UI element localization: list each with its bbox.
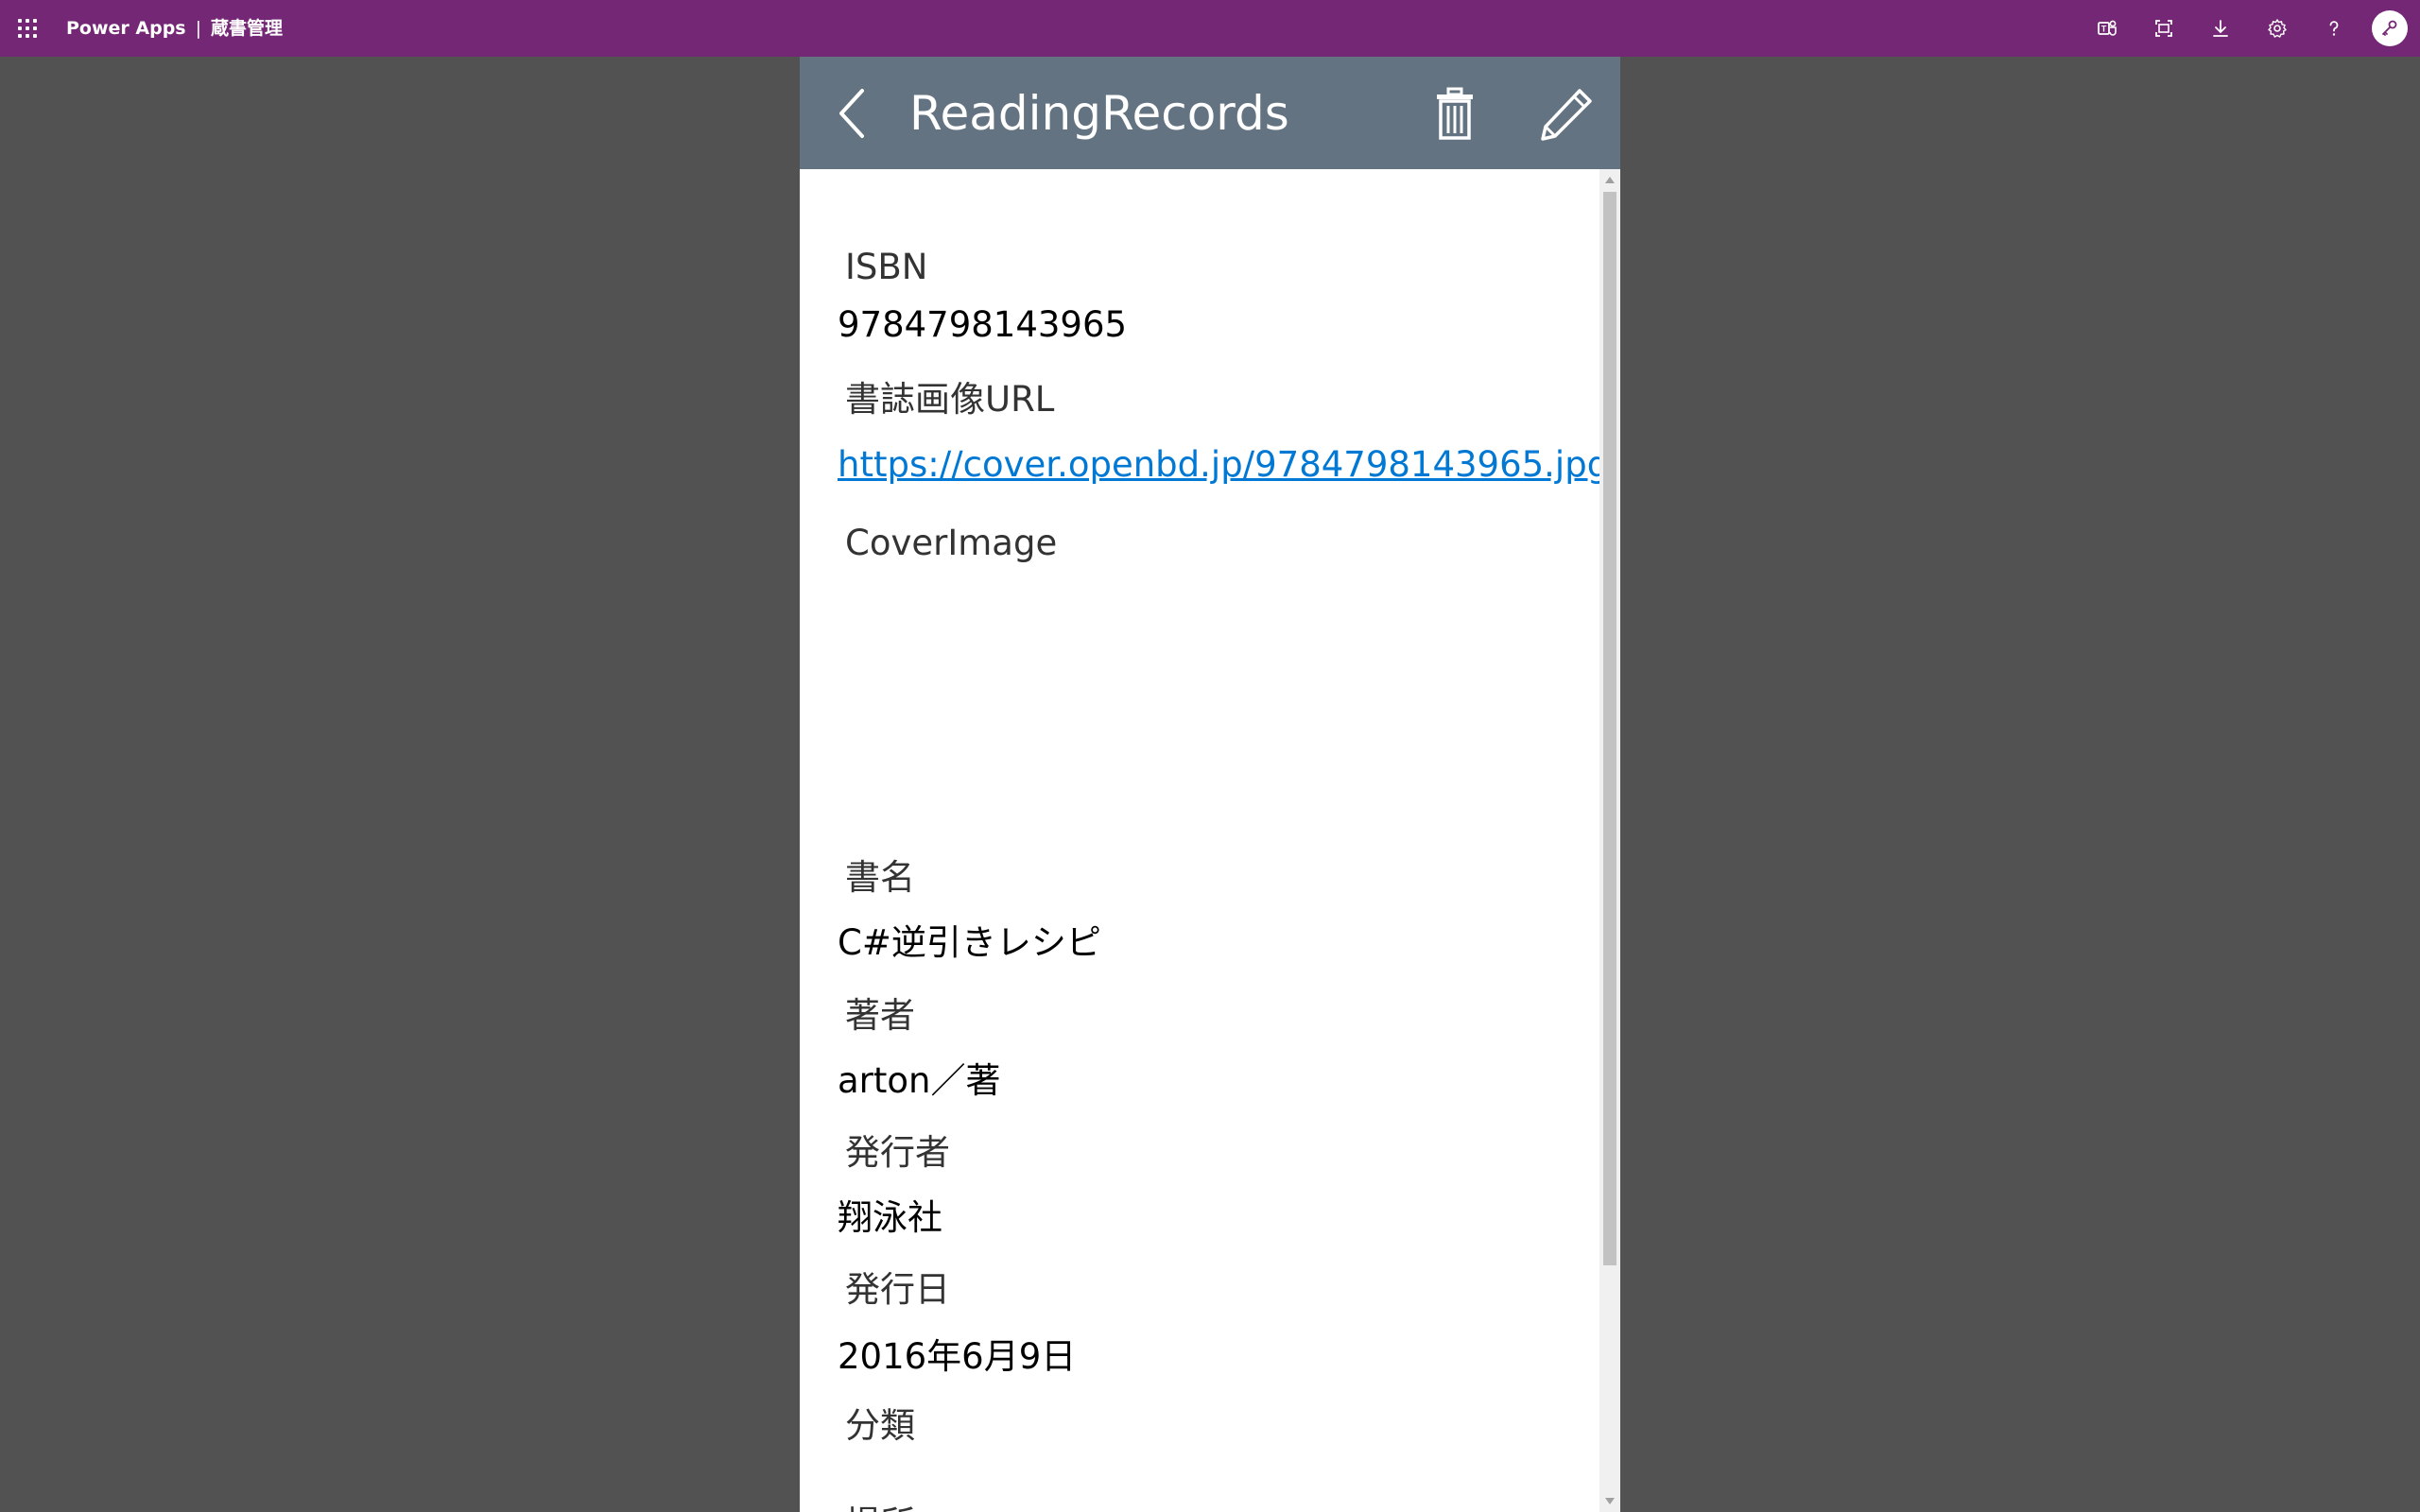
back-chevron-icon — [839, 89, 864, 138]
avatar[interactable] — [2372, 10, 2408, 46]
publisher-label: 発行者 — [845, 1132, 950, 1173]
author-label: 著者 — [845, 995, 915, 1036]
waffle-icon[interactable] — [17, 18, 38, 39]
isbn-label: ISBN — [845, 247, 928, 287]
scroll-up-arrow[interactable] — [1605, 177, 1615, 183]
cover-url-link[interactable]: https://cover.openbd.jp/9784798143965.jp… — [838, 443, 1599, 487]
screen-title: ReadingRecords — [909, 86, 1289, 141]
published-date-label: 発行日 — [845, 1269, 950, 1310]
cover-image — [838, 585, 1310, 802]
category-label: 分類 — [845, 1405, 915, 1446]
back-button[interactable] — [834, 83, 875, 144]
trash-icon — [1437, 87, 1473, 140]
form-scrollbar[interactable] — [1599, 169, 1620, 1512]
download-icon[interactable] — [2205, 13, 2236, 43]
product-name: Power Apps — [66, 18, 186, 39]
display-form: ISBN 9784798143965 書誌画像URL https://cover… — [800, 169, 1599, 1512]
published-date-value: 2016年6月9日 — [838, 1336, 1077, 1377]
title-separator: | — [195, 18, 202, 39]
app-canvas: ReadingRecords ISBN 9784798143965 書誌画像UR… — [800, 57, 1620, 1512]
isbn-value: 9784798143965 — [838, 304, 1128, 345]
edit-button[interactable] — [1535, 85, 1596, 144]
user-avatar-icon — [2382, 20, 2397, 36]
scroll-thumb[interactable] — [1603, 192, 1616, 1265]
teams-icon[interactable]: T — [2092, 13, 2122, 43]
svg-text:T: T — [2101, 25, 2107, 34]
app-title: Power Apps | 蔵書管理 — [66, 17, 283, 40]
app-name: 蔵書管理 — [211, 18, 284, 39]
settings-icon[interactable] — [2262, 13, 2292, 43]
delete-button[interactable] — [1425, 85, 1485, 144]
screen-header: ReadingRecords — [800, 57, 1620, 169]
pencil-icon — [1541, 89, 1592, 141]
title-label: 書名 — [845, 857, 915, 898]
help-icon[interactable] — [2319, 13, 2349, 43]
app-top-bar: Power Apps | 蔵書管理 T — [0, 0, 2420, 57]
fit-to-window-icon[interactable] — [2149, 13, 2179, 43]
cover-url-label: 書誌画像URL — [845, 379, 1055, 420]
location-label: 場所 — [845, 1503, 915, 1512]
scroll-down-arrow[interactable] — [1605, 1498, 1615, 1504]
publisher-value: 翔泳社 — [838, 1197, 942, 1238]
title-value: C#逆引きレシピ — [838, 922, 1101, 963]
cover-image-label: CoverImage — [845, 523, 1058, 563]
author-value: arton／著 — [838, 1060, 1001, 1101]
